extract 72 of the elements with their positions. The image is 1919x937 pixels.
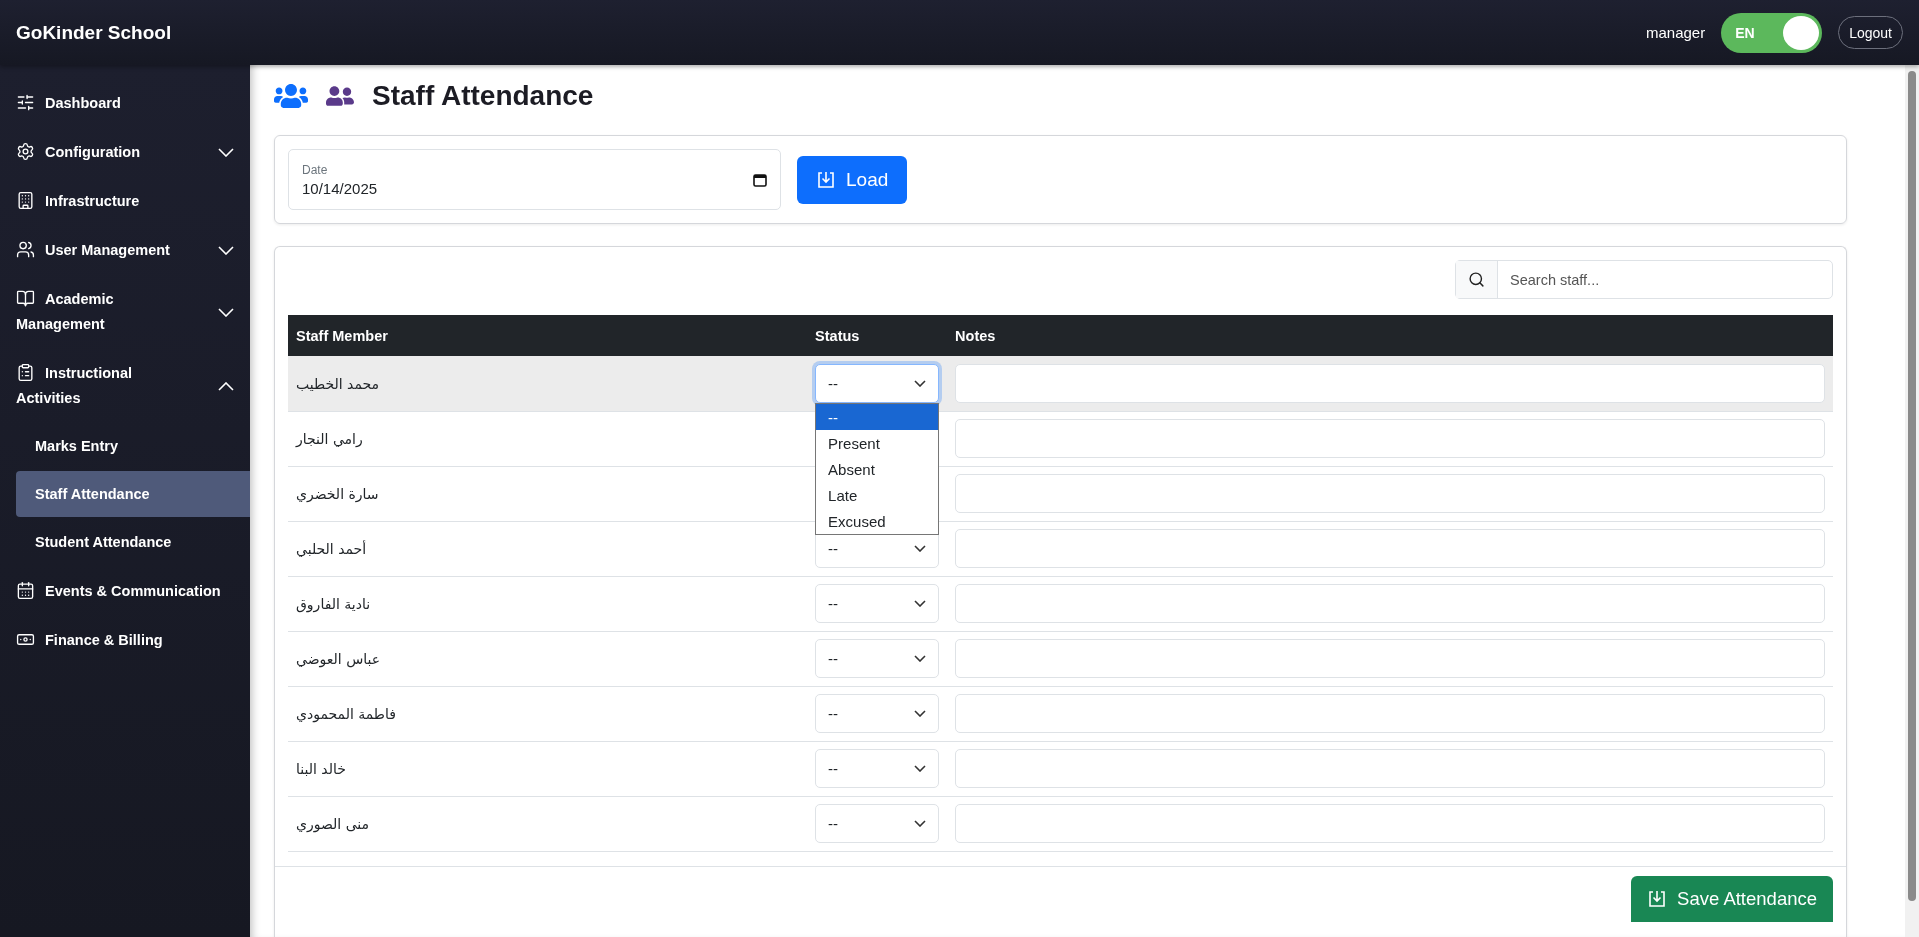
status-select[interactable]: -- [815,694,940,733]
sidebar-item[interactable]: Events & Communication [16,567,221,616]
chevron-icon [914,710,927,717]
dropdown-option[interactable]: -- [816,404,939,430]
page-title: Staff Attendance [372,80,594,112]
clipboard-icon [16,363,35,382]
notes-field[interactable] [955,363,1825,403]
sidebar-item[interactable]: Configuration [16,128,141,177]
load-button[interactable]: Load [797,155,908,204]
users-icon [16,240,35,259]
sidebar-item[interactable]: User Management [16,226,170,275]
status-select[interactable]: -- [815,363,940,403]
sidebar-subitem[interactable]: Marks Entry [16,423,250,469]
brand-name: GoKinder School [16,21,172,44]
column-header: Notes [947,315,1833,356]
sidebar-item[interactable]: Infrastructure [16,177,140,226]
chevron-icon [914,600,927,607]
notes-field[interactable] [955,749,1825,788]
download-icon [1647,888,1668,909]
search-icon [1468,271,1485,288]
sidebar-item[interactable]: Instructional Activities [16,349,176,423]
sidebar-subitem[interactable]: Student Attendance [16,519,250,565]
sidebar-subitem[interactable]: Staff Attendance [16,471,250,517]
chevron-icon[interactable] [218,381,234,391]
calendar-icon[interactable] [753,172,767,187]
status-select[interactable]: -- [815,584,940,623]
status-select[interactable]: -- [815,804,940,843]
download-icon [816,169,836,190]
staff-name: منى الصوري [296,816,370,832]
chevron-icon [914,379,927,387]
sidebar-item[interactable]: Finance & Billing [16,616,163,665]
staff-name: فاطمة المحمودي [296,706,396,722]
notes-field[interactable] [955,639,1825,678]
staff-name: عباس العوضي [296,651,381,667]
scrollbar[interactable] [1905,65,1919,937]
notes-field[interactable] [955,529,1825,568]
staff-name: سارة الخضري [296,486,379,502]
sidebar-item[interactable]: Dashboard [16,79,121,128]
chevron-icon [914,545,927,552]
staff-name: رامي النجار [296,431,363,447]
chevron-icon[interactable] [218,307,234,317]
chevron-icon[interactable] [218,246,234,255]
notes-field[interactable] [955,804,1825,843]
user-name: manager [1645,24,1706,41]
date-field[interactable]: Date 10/14/2025 [288,149,781,210]
notes-field[interactable] [955,584,1825,623]
status-select[interactable]: -- [815,749,940,788]
search-field[interactable]: Search staff... [1455,260,1833,299]
search-input[interactable]: Search staff... [1498,261,1832,298]
building-icon [16,191,35,210]
notes-field[interactable] [955,474,1825,513]
book-icon [16,289,35,308]
date-value: 10/14/2025 [302,179,378,197]
staff-name: محمد الخطيب [296,375,380,392]
date-label: Date [302,162,329,177]
save-button[interactable]: Save Attendance [1631,875,1833,922]
chevron-icon [914,820,927,827]
notes-field[interactable] [955,419,1825,458]
column-header: Status [807,315,948,356]
chevron-icon [914,765,927,772]
calendar-icon [16,581,35,600]
sliders-icon [16,93,35,112]
staff-name: خالد البنا [296,761,346,777]
staff-name: أحمد الحلبي [296,541,367,557]
sidebar-item[interactable]: Academic Management [16,275,176,349]
chevron-icon[interactable] [218,148,234,157]
column-header: Staff Member [288,315,808,356]
chevron-icon [914,655,927,662]
notes-field[interactable] [955,694,1825,733]
staff-name: نادية الفاروق [296,596,371,612]
gear-icon [16,142,35,161]
status-select[interactable]: -- [815,639,940,678]
